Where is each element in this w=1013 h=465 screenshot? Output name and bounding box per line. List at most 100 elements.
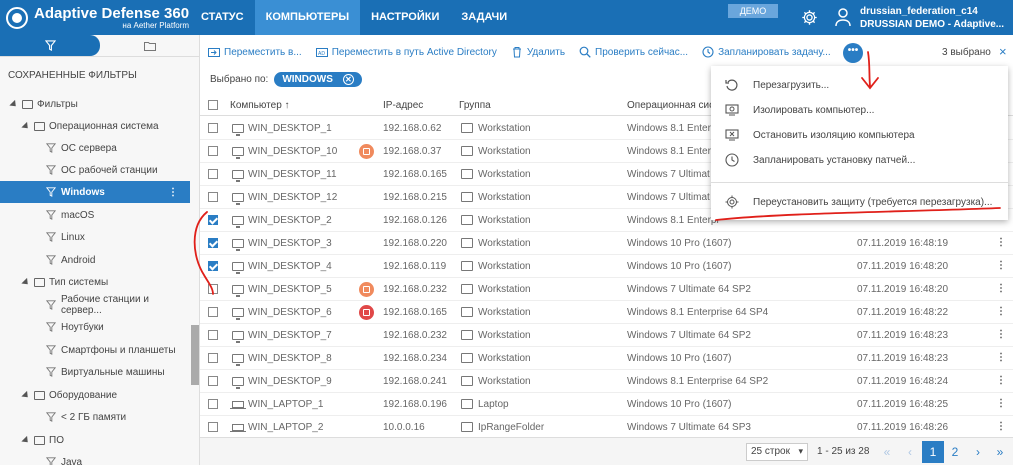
computer-name[interactable]: WIN_DESKTOP_6 bbox=[248, 307, 332, 318]
menu-reinstall-protection[interactable]: Переустановить защиту (требуется перезаг… bbox=[711, 190, 1008, 214]
more-icon[interactable]: ⋮ bbox=[996, 398, 1006, 409]
nav-status[interactable]: СТАТУС bbox=[190, 0, 255, 35]
table-row[interactable]: WIN_LAPTOP_1 192.168.0.196 Laptop Windows 1… bbox=[200, 393, 1013, 416]
more-icon[interactable]: ⋮ bbox=[996, 421, 1006, 432]
delete-button[interactable]: Удалить bbox=[511, 46, 565, 58]
computer-name[interactable]: WIN_DESKTOP_11 bbox=[248, 169, 337, 180]
tree-item-java[interactable]: Java bbox=[0, 451, 190, 465]
tab-filters[interactable] bbox=[0, 35, 100, 56]
scan-now-button[interactable]: Проверить сейчас... bbox=[579, 46, 688, 58]
more-icon[interactable]: ⋮ bbox=[168, 187, 178, 198]
table-row[interactable]: WIN_DESKTOP_8 192.168.0.234 Workstation Win… bbox=[200, 347, 1013, 370]
tree-item-macos[interactable]: macOS bbox=[0, 204, 190, 226]
page-2-button[interactable]: 2 bbox=[944, 441, 966, 463]
computer-name[interactable]: WIN_DESKTOP_9 bbox=[248, 376, 332, 387]
table-row[interactable]: WIN_DESKTOP_6 192.168.0.165 Workstation Win… bbox=[200, 301, 1013, 324]
row-checkbox[interactable] bbox=[208, 376, 218, 386]
row-checkbox[interactable] bbox=[208, 330, 218, 340]
table-row[interactable]: WIN_DESKTOP_3 192.168.0.220 Workstation Win… bbox=[200, 232, 1013, 255]
tree-item-vms[interactable]: Виртуальные машины bbox=[0, 361, 190, 383]
row-checkbox[interactable] bbox=[208, 146, 218, 156]
next-page-icon[interactable]: › bbox=[967, 441, 989, 463]
row-checkbox[interactable] bbox=[208, 169, 218, 179]
tree-item-server-os[interactable]: ОС сервера bbox=[0, 137, 190, 159]
filter-chip[interactable]: WINDOWS ✕ bbox=[274, 72, 362, 87]
row-checkbox[interactable] bbox=[208, 307, 218, 317]
warning-status-icon[interactable] bbox=[359, 282, 374, 297]
tree-item-filters[interactable]: Фильтры bbox=[0, 93, 190, 115]
tree-item-os[interactable]: Операционная система bbox=[0, 115, 190, 137]
nav-settings[interactable]: НАСТРОЙКИ bbox=[360, 0, 450, 35]
computer-name[interactable]: WIN_DESKTOP_4 bbox=[248, 261, 332, 272]
tree-item-windows[interactable]: Windows ⋮ bbox=[0, 181, 190, 203]
table-row[interactable]: WIN_LAPTOP_2 10.0.0.16 IpRangeFolder Window… bbox=[200, 416, 1013, 439]
row-checkbox[interactable] bbox=[208, 238, 218, 248]
more-icon[interactable]: ⋮ bbox=[996, 329, 1006, 340]
row-checkbox[interactable] bbox=[208, 422, 218, 432]
more-icon[interactable]: ⋮ bbox=[996, 306, 1006, 317]
menu-restart[interactable]: Перезагрузить... bbox=[711, 73, 1008, 97]
user-icon[interactable] bbox=[835, 7, 851, 27]
warning-status-icon[interactable] bbox=[359, 144, 374, 159]
more-icon[interactable]: ⋮ bbox=[996, 260, 1006, 271]
tree-item-android[interactable]: Android bbox=[0, 249, 190, 271]
gear-icon[interactable] bbox=[801, 9, 818, 26]
header-group[interactable]: Группа bbox=[459, 100, 491, 111]
table-row[interactable]: WIN_DESKTOP_4 192.168.0.119 Workstation Win… bbox=[200, 255, 1013, 278]
user-info[interactable]: drussian_federation_c14 DRUSSIAN DEMO - … bbox=[860, 5, 1010, 31]
select-all-checkbox[interactable] bbox=[208, 100, 218, 110]
more-icon[interactable]: ⋮ bbox=[996, 283, 1006, 294]
row-checkbox[interactable] bbox=[208, 353, 218, 363]
first-page-icon[interactable]: « bbox=[876, 441, 898, 463]
more-icon[interactable]: ⋮ bbox=[996, 352, 1006, 363]
more-actions-button[interactable]: ••• bbox=[843, 43, 863, 63]
move-to-ad-button[interactable]: AD Переместить в путь Active Directory bbox=[315, 46, 497, 58]
more-icon[interactable]: ⋮ bbox=[996, 375, 1006, 386]
tree-item-hardware[interactable]: Оборудование bbox=[0, 384, 190, 406]
row-checkbox[interactable] bbox=[208, 192, 218, 202]
remove-chip-icon[interactable]: ✕ bbox=[342, 74, 354, 85]
computer-name[interactable]: WIN_DESKTOP_1 bbox=[248, 123, 332, 134]
nav-computers[interactable]: КОМПЬЮТЕРЫ bbox=[254, 0, 361, 35]
prev-page-icon[interactable]: ‹ bbox=[899, 441, 921, 463]
computer-name[interactable]: WIN_DESKTOP_2 bbox=[248, 215, 332, 226]
menu-stop-isolation[interactable]: Остановить изоляцию компьютера bbox=[711, 123, 1008, 147]
tree-item-workstation-os[interactable]: ОС рабочей станции bbox=[0, 159, 190, 181]
tree-item-linux[interactable]: Linux bbox=[0, 226, 190, 248]
computer-name[interactable]: WIN_LAPTOP_2 bbox=[248, 422, 323, 433]
nav-tasks[interactable]: ЗАДАЧИ bbox=[450, 0, 518, 35]
header-computer[interactable]: Компьютер ↑ bbox=[230, 100, 290, 111]
row-checkbox[interactable] bbox=[208, 215, 218, 225]
computer-name[interactable]: WIN_DESKTOP_10 bbox=[248, 146, 337, 157]
last-page-icon[interactable]: » bbox=[989, 441, 1011, 463]
row-checkbox[interactable] bbox=[208, 399, 218, 409]
menu-schedule-patches[interactable]: Запланировать установку патчей... bbox=[711, 148, 1008, 172]
row-checkbox[interactable] bbox=[208, 284, 218, 294]
header-os[interactable]: Операционная сис bbox=[627, 100, 714, 111]
warning-status-icon[interactable] bbox=[359, 305, 374, 320]
rows-per-page-select[interactable]: 25 строк ▾ bbox=[746, 443, 808, 461]
computer-name[interactable]: WIN_DESKTOP_7 bbox=[248, 330, 332, 341]
tree-item-mobile[interactable]: Смартфоны и планшеты bbox=[0, 339, 190, 361]
app-logo[interactable]: Adaptive Defense 360 на Aether Platform bbox=[6, 4, 189, 32]
table-row[interactable]: WIN_DESKTOP_5 192.168.0.232 Workstation Win… bbox=[200, 278, 1013, 301]
move-to-button[interactable]: Переместить в... bbox=[208, 46, 302, 58]
tab-folders[interactable] bbox=[100, 35, 199, 56]
tree-item-low-memory[interactable]: < 2 ГБ памяти bbox=[0, 406, 190, 428]
table-row[interactable]: WIN_DESKTOP_7 192.168.0.232 Workstation Win… bbox=[200, 324, 1013, 347]
header-ip[interactable]: IP-адрес bbox=[383, 100, 423, 111]
more-icon[interactable]: ⋮ bbox=[996, 237, 1006, 248]
schedule-task-button[interactable]: Запланировать задачу... bbox=[702, 46, 831, 58]
sidebar-scrollbar[interactable] bbox=[191, 325, 199, 385]
page-1-button[interactable]: 1 bbox=[922, 441, 944, 463]
computer-name[interactable]: WIN_DESKTOP_12 bbox=[248, 192, 337, 203]
row-checkbox[interactable] bbox=[208, 261, 218, 271]
computer-name[interactable]: WIN_DESKTOP_5 bbox=[248, 284, 332, 295]
computer-name[interactable]: WIN_LAPTOP_1 bbox=[248, 399, 323, 410]
row-checkbox[interactable] bbox=[208, 123, 218, 133]
tree-item-laptops[interactable]: Ноутбуки bbox=[0, 316, 190, 338]
table-row[interactable]: WIN_DESKTOP_9 192.168.0.241 Workstation Win… bbox=[200, 370, 1013, 393]
tree-item-software[interactable]: ПО bbox=[0, 429, 190, 451]
tree-item-system-type[interactable]: Тип системы bbox=[0, 271, 190, 293]
tree-item-workstations-servers[interactable]: Рабочие станции и сервер... bbox=[0, 294, 190, 316]
